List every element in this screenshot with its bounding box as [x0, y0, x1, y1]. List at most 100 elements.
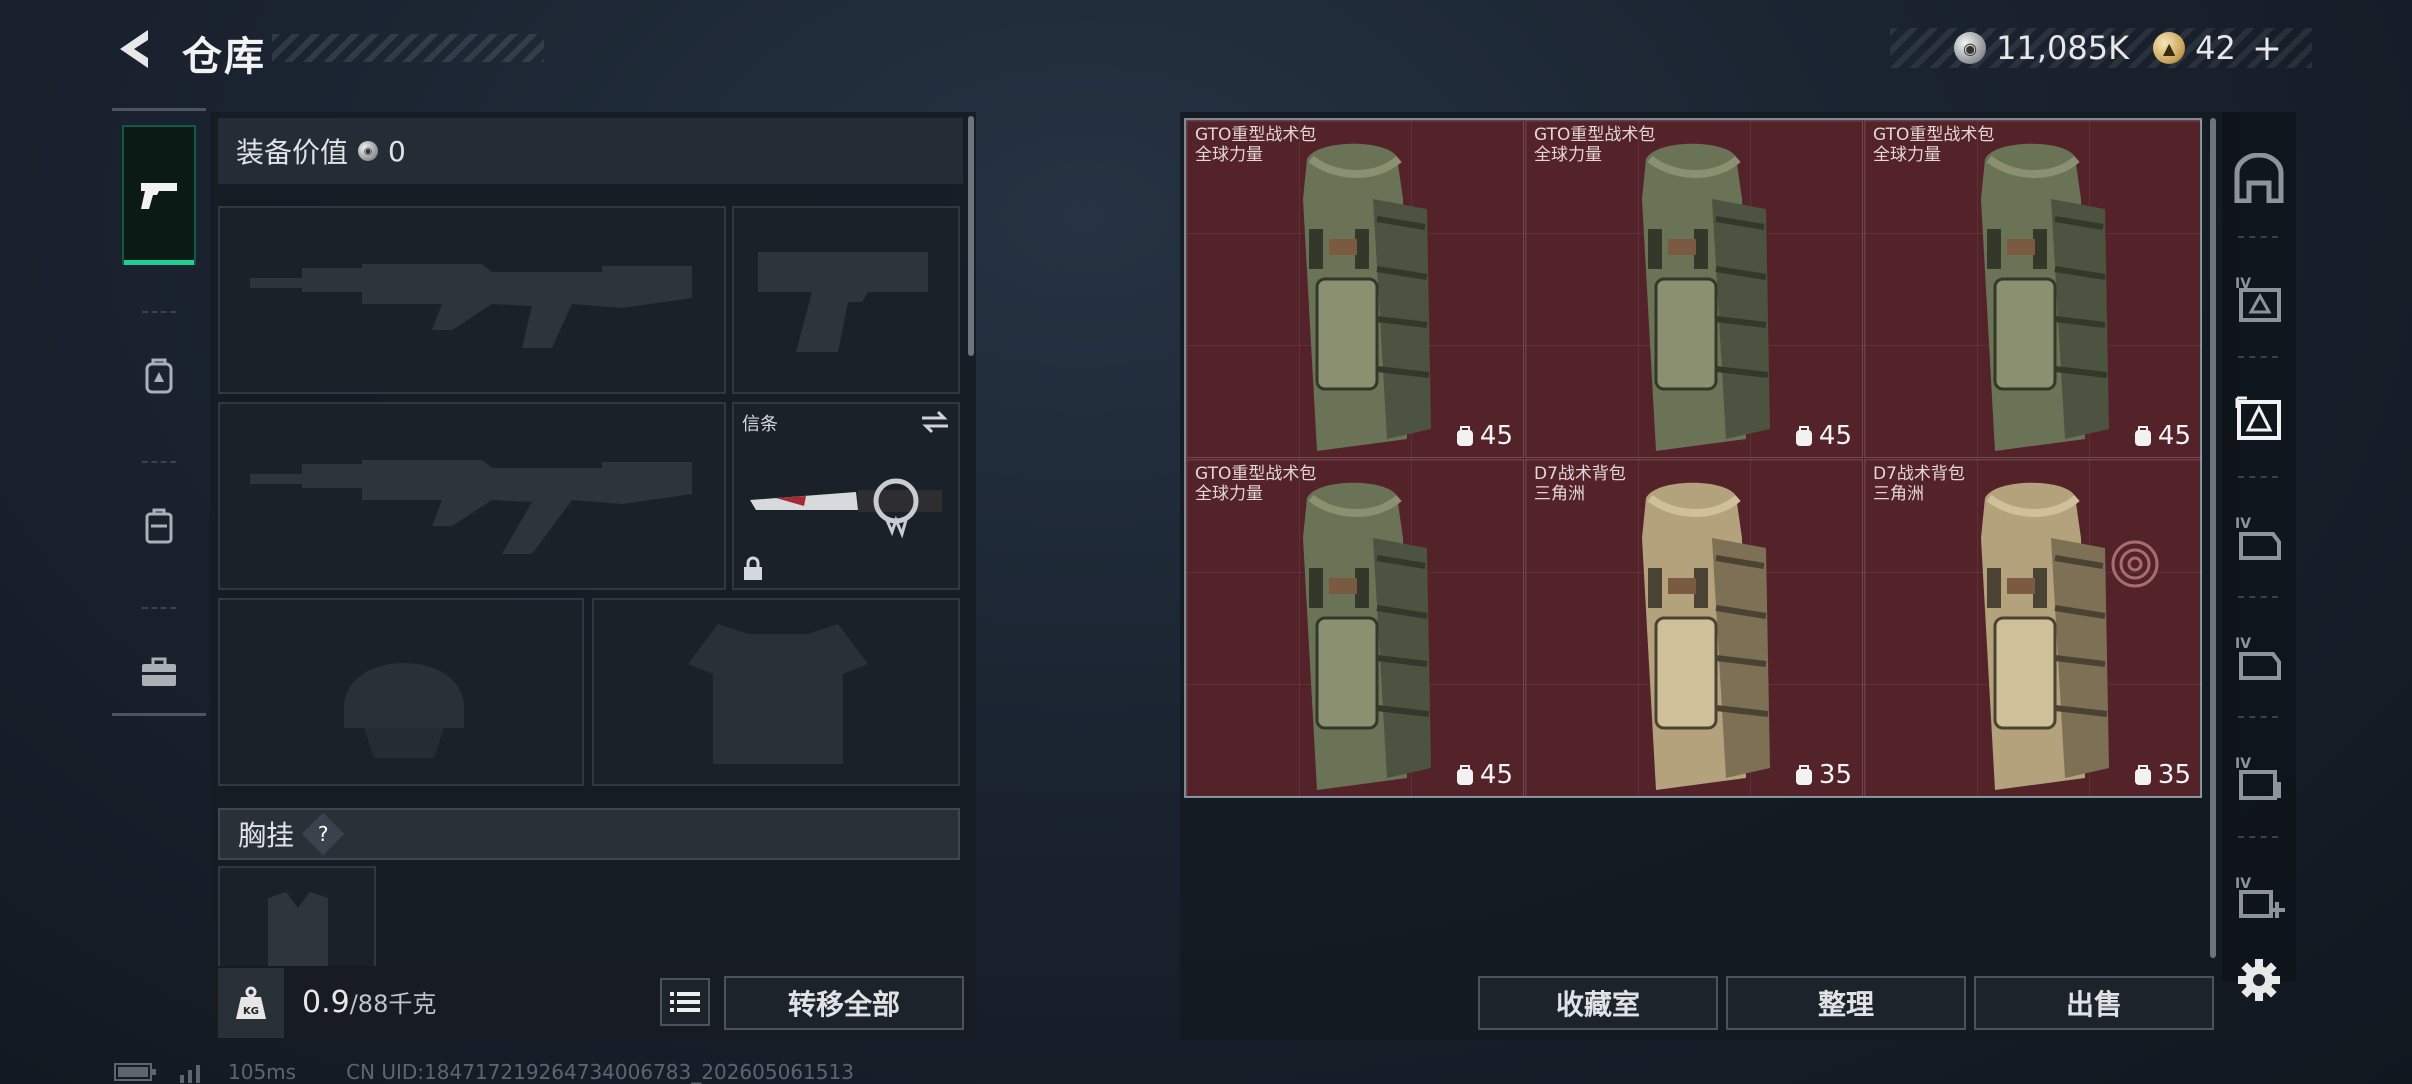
item-name: GTO重型战术包 全球力量 — [1534, 125, 1655, 165]
capacity-icon — [1795, 426, 1812, 446]
storage-item[interactable]: GTO重型战术包 全球力量 45 — [1186, 459, 1524, 797]
page-title: 仓库 — [182, 34, 266, 80]
storage-iv-icon: IV — [2235, 276, 2281, 322]
settings-button[interactable] — [2222, 932, 2296, 1028]
storage-iv-3-icon: IV — [2235, 636, 2281, 680]
item-name: D7战术背包 三角洲 — [1873, 464, 1965, 504]
item-subtitle: 全球力量 — [1195, 145, 1263, 165]
title-decoration — [272, 34, 544, 62]
item-subtitle: 全球力量 — [1195, 484, 1263, 504]
pistol-icon — [141, 183, 177, 209]
backpack-icon — [1303, 482, 1431, 790]
tab-storage-iv-2[interactable]: IV — [2222, 488, 2296, 588]
storage-active-icon — [2235, 396, 2281, 440]
melee-slot[interactable]: 信条 — [732, 402, 960, 590]
capacity-icon — [2134, 765, 2151, 785]
storage-iv-add-icon: IV — [2235, 876, 2285, 918]
equipment-value-header: 装备价值 ◉ 0 — [218, 118, 963, 184]
capacity-icon — [2134, 426, 2151, 446]
status-bar: 105ms CN UID:184717219264734006783_20260… — [114, 1060, 854, 1084]
lock-icon — [744, 556, 762, 580]
storage-item[interactable]: GTO重型战术包 全球力量 45 — [1186, 120, 1524, 458]
equipment-value-label: 装备价值 — [236, 136, 349, 169]
tab-luggage[interactable] — [122, 491, 196, 561]
capacity-value: 45 — [2157, 421, 2191, 451]
item-subtitle: 全球力量 — [1534, 145, 1602, 165]
storage-item[interactable]: D7战术背包 三角洲 35 — [1525, 459, 1863, 797]
storage-item[interactable]: D7战术背包 三角洲 35 — [1864, 459, 2202, 797]
collection-room-button[interactable]: 收藏室 — [1478, 976, 1718, 1030]
backpack-icon — [1642, 482, 1770, 790]
tab-toolbox[interactable] — [122, 637, 196, 707]
primary-weapon-slot-2[interactable] — [218, 402, 726, 590]
equipment-scrollbar[interactable] — [968, 116, 974, 356]
storage-iv-2-icon: IV — [2235, 516, 2281, 560]
item-title: GTO重型战术包 — [1534, 125, 1656, 145]
backpack-icon — [1303, 143, 1431, 452]
uid-text: CN UID:184717219264734006783_20260506151… — [346, 1060, 854, 1084]
storage-item[interactable]: GTO重型战术包 全球力量 45 — [1525, 120, 1863, 458]
gear-icon — [2238, 959, 2280, 1001]
svg-text:IV: IV — [2235, 516, 2251, 532]
helmet-slot[interactable] — [218, 598, 584, 786]
gold-value: 42 — [2195, 29, 2236, 67]
armory-icon — [2234, 153, 2284, 203]
capacity-icon — [1456, 426, 1473, 446]
storage-scrollbar[interactable] — [2210, 118, 2216, 958]
toolbox-icon — [142, 657, 176, 686]
item-title: D7战术背包 — [1873, 464, 1965, 484]
item-name: GTO重型战术包 全球力量 — [1195, 125, 1316, 165]
item-capacity: 45 — [1454, 421, 1513, 451]
capacity-value: 35 — [1818, 760, 1852, 790]
silver-coin-icon: ◉ — [358, 141, 379, 161]
storage-item[interactable]: GTO重型战术包 全球力量 45 — [1864, 120, 2202, 458]
svg-text:IV: IV — [2235, 636, 2251, 652]
organize-button[interactable]: 整理 — [1726, 976, 1966, 1030]
capacity-icon — [1795, 765, 1812, 785]
transfer-all-button[interactable]: 转移全部 — [724, 976, 964, 1030]
primary-weapon-slot-1[interactable] — [218, 206, 726, 394]
tab-armory[interactable] — [2222, 128, 2296, 228]
item-capacity: 45 — [1793, 421, 1852, 451]
tab-storage-iv-1[interactable]: IV — [2222, 248, 2296, 348]
back-button[interactable] — [112, 26, 158, 72]
knife-icon — [750, 478, 942, 539]
sell-button[interactable]: 出售 — [1974, 976, 2214, 1030]
chest-rig-header: 胸挂 ? — [218, 808, 960, 860]
capacity-value: 45 — [1479, 421, 1513, 451]
capacity-value: 45 — [1479, 760, 1513, 790]
armor-silhouette-icon — [688, 624, 868, 764]
add-currency-button[interactable]: + — [2252, 28, 2282, 69]
list-view-button[interactable] — [660, 978, 710, 1026]
chest-rig-silhouette-icon — [268, 892, 328, 968]
item-capacity: 35 — [2132, 760, 2191, 790]
tab-storage-iv-3[interactable]: IV — [2222, 608, 2296, 708]
tab-storage-iv-4[interactable]: IV — [2222, 728, 2296, 828]
item-name: GTO重型战术包 全球力量 — [1873, 125, 1994, 165]
pistol-slot[interactable] — [732, 206, 960, 394]
chest-rig-slot[interactable] — [218, 866, 376, 968]
item-capacity: 45 — [2132, 421, 2191, 451]
melee-label: 信条 — [742, 414, 778, 435]
help-icon[interactable]: ? — [301, 812, 345, 856]
item-capacity: 45 — [1454, 760, 1513, 790]
armor-slot[interactable] — [592, 598, 960, 786]
rifle-silhouette-icon — [250, 460, 692, 554]
capacity-value: 45 — [1818, 421, 1852, 451]
battery-icon — [114, 1063, 156, 1081]
rifle-silhouette-icon — [250, 264, 692, 348]
helmet-silhouette-icon — [344, 663, 464, 758]
item-subtitle: 三角洲 — [1873, 484, 1924, 504]
tab-backpack[interactable] — [122, 341, 196, 411]
item-title: GTO重型战术包 — [1873, 125, 1995, 145]
weight-icon: KG — [218, 968, 284, 1038]
backpack-icon — [1981, 143, 2109, 452]
backpack-icon — [145, 358, 173, 394]
left-sidebar — [112, 108, 206, 716]
pistol-silhouette-icon — [758, 252, 928, 352]
gold-coin-icon: ▲ — [2153, 32, 2186, 64]
tab-weapons[interactable] — [122, 125, 196, 265]
storage-grid: GTO重型战术包 全球力量 45 GTO重型战术包 全球力量 45 GTO重型战术包 全球力量… — [1184, 118, 2202, 798]
swap-icon[interactable] — [920, 410, 950, 434]
tab-storage-active[interactable] — [2222, 368, 2296, 468]
